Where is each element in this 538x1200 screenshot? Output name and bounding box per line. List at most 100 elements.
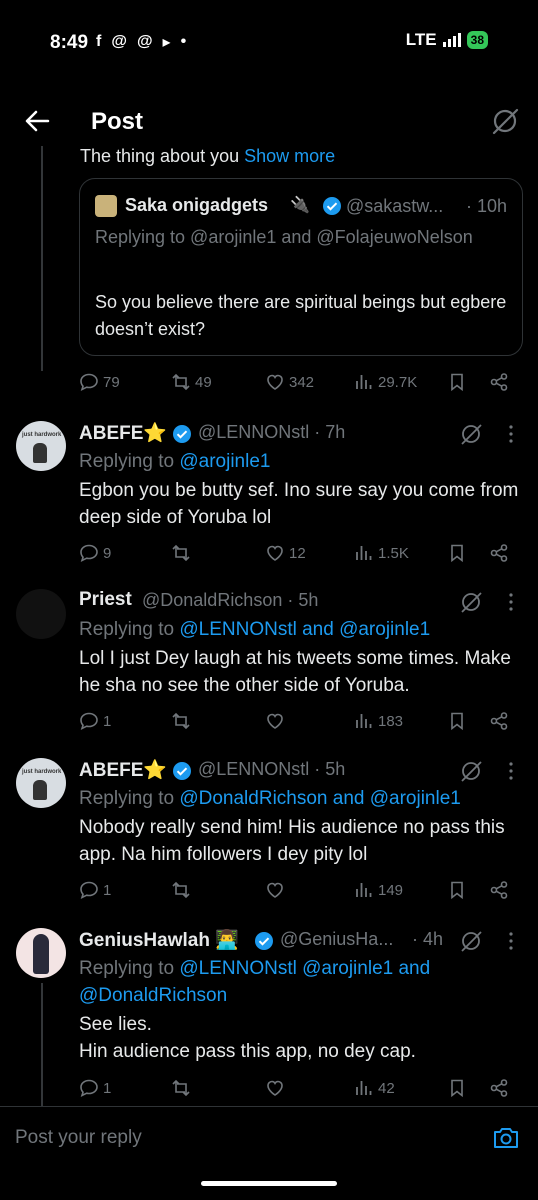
share-icon [490,881,508,899]
home-indicator[interactable] [201,1181,337,1186]
author-name[interactable]: Priest [79,589,132,611]
reply-button[interactable]: 79 [79,372,120,392]
like-button[interactable]: 12 [265,543,306,563]
share-button[interactable] [489,543,509,563]
bookmark-icon [451,544,463,563]
battery-icon: 38 [466,31,488,49]
avatar[interactable]: just hardwork [16,421,66,471]
views-button[interactable]: 183 [354,711,403,731]
grok-icon[interactable] [458,758,484,784]
views-button[interactable]: 149 [354,880,403,900]
reply-button[interactable]: 1 [79,880,111,900]
post-time: · 4h [412,929,444,949]
like-button[interactable] [265,1078,285,1098]
reply-button[interactable]: 9 [79,543,111,563]
author-name[interactable]: GeniusHawlah 👨‍💻 [79,928,239,952]
author-handle: @LENNONstl · 5h [198,759,346,779]
repost-icon [172,712,190,730]
grok-icon[interactable] [458,589,484,615]
author-name[interactable]: ABEFE⭐ [79,421,167,445]
grok-icon[interactable] [490,106,520,136]
view-count: 42 [378,1079,395,1097]
quoted-post[interactable]: Saka onigadgets 🔌 @sakastw... · 10h Repl… [79,178,523,356]
status-bar: 8:49 f @ @ ▸ • LTE 38 [0,0,538,88]
bookmark-button[interactable] [447,711,467,731]
media-icon: ▸ [162,34,171,51]
share-icon [490,1079,508,1097]
avatar-figure [33,934,49,974]
views-button[interactable]: 1.5K [354,543,409,563]
heart-icon [267,1080,283,1096]
replying-to-users[interactable]: @LENNONstl and @arojinle1 [179,619,430,640]
post-text: Lol I just Dey laugh at his tweets some … [79,648,511,696]
replying-to-users[interactable]: @arojinle1 [179,451,270,472]
back-arrow-icon[interactable] [22,106,52,136]
replying-to: Replying to @arojinle1 [79,448,519,475]
grok-icon[interactable] [458,928,484,954]
bookmark-button[interactable] [447,543,467,563]
share-icon [490,712,508,730]
replying-to-users[interactable]: @DonaldRichson and @arojinle1 [179,788,461,809]
bookmark-button[interactable] [447,372,467,392]
bookmark-button[interactable] [447,880,467,900]
threads-icon-2: @ [136,33,153,50]
avatar[interactable] [16,928,66,978]
reply-button[interactable]: 1 [79,1078,111,1098]
view-count: 149 [378,881,404,899]
like-button[interactable] [265,711,285,731]
share-icon [490,544,508,562]
parent-action-bar: 79 49 342 29.7K [79,372,519,396]
show-more-link[interactable]: Show more [244,146,335,166]
dot-icon: • [180,33,187,50]
reply-icon [80,544,98,563]
views-button[interactable]: 29.7K [354,372,417,392]
reply-post[interactable]: just hardwork ABEFE⭐ @LENNONstl · 7h Rep… [0,421,538,581]
avatar-figure [33,780,47,800]
more-options-icon[interactable] [504,760,518,782]
reply-count: 9 [103,544,112,562]
reply-post[interactable]: just hardwork ABEFE⭐ @LENNONstl · 5h Rep… [0,758,538,918]
avatar[interactable] [16,589,66,639]
repost-button[interactable] [171,1078,191,1098]
replying-prefix: Replying to [79,958,175,979]
repost-button[interactable]: 49 [171,372,212,392]
reply-input[interactable]: Post your reply [15,1127,142,1149]
verified-badge-icon [255,932,273,950]
share-icon [490,373,508,391]
like-count: 342 [289,373,315,391]
repost-button[interactable] [171,711,191,731]
replying-to: Replying to @LENNONstl and @arojinle1 [79,616,519,643]
app-header: Post [0,96,538,152]
camera-icon[interactable] [492,1125,520,1151]
more-options-icon[interactable] [504,591,518,613]
more-options-icon[interactable] [504,423,518,445]
bookmark-button[interactable] [447,1078,467,1098]
thread-line [41,146,43,371]
bookmark-icon [451,373,463,392]
bookmark-icon [451,1079,463,1098]
quoted-author-name: Saka onigadgets [125,195,269,215]
heart-icon [267,545,283,561]
like-button[interactable] [265,880,285,900]
repost-button[interactable] [171,543,191,563]
grok-icon[interactable] [458,421,484,447]
more-options-icon[interactable] [504,930,518,952]
reply-count: 1 [103,1079,112,1097]
share-button[interactable] [489,1078,509,1098]
reply-button[interactable]: 1 [79,711,111,731]
share-button[interactable] [489,372,509,392]
reply-post[interactable]: GeniusHawlah 👨‍💻 @GeniusHa... · 4h Reply… [0,928,538,1106]
repost-icon [172,1079,190,1097]
share-button[interactable] [489,880,509,900]
views-button[interactable]: 42 [354,1078,395,1098]
avatar[interactable]: just hardwork [16,758,66,808]
action-bar: 1 42 [79,1078,519,1102]
author-name[interactable]: ABEFE⭐ [79,758,167,782]
repost-button[interactable] [171,880,191,900]
reply-icon [80,881,98,900]
plug-emoji: 🔌 [290,197,310,214]
share-button[interactable] [489,711,509,731]
reply-post[interactable]: Priest @DonaldRichson · 5h Replying to @… [0,589,538,749]
like-button[interactable]: 342 [265,372,314,392]
reply-icon [80,373,98,392]
